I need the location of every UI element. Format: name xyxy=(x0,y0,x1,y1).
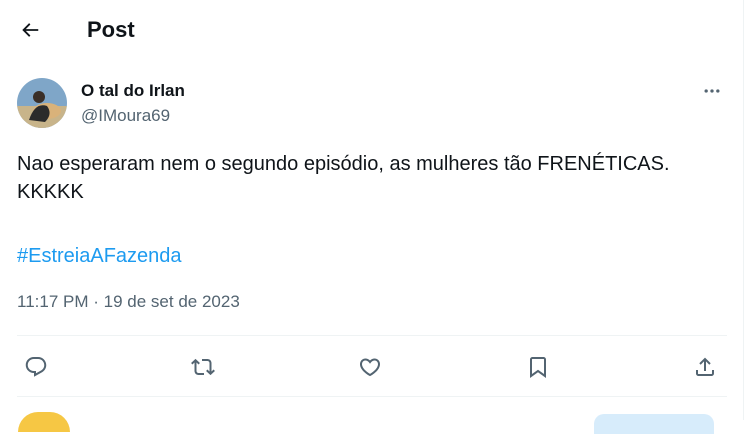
next-avatar-partial xyxy=(18,412,70,432)
author-handle[interactable]: @IMoura69 xyxy=(81,105,170,127)
avatar[interactable] xyxy=(17,78,67,128)
reply-button[interactable] xyxy=(18,349,54,385)
share-button[interactable] xyxy=(687,349,723,385)
divider-top xyxy=(17,335,727,336)
reply-icon xyxy=(25,357,47,377)
post-time[interactable]: 11:17 PM xyxy=(17,292,89,311)
page-title: Post xyxy=(87,17,135,42)
column-border xyxy=(743,0,744,420)
repost-button[interactable] xyxy=(185,349,221,385)
post-timestamp: 11:17 PM · 19 de set de 2023 xyxy=(17,290,240,314)
back-button[interactable] xyxy=(12,12,48,48)
like-icon xyxy=(359,358,381,377)
repost-icon xyxy=(191,358,215,376)
divider-bottom xyxy=(17,396,727,397)
bookmark-button[interactable] xyxy=(520,349,556,385)
meta-separator: · xyxy=(93,292,99,311)
hashtag-link[interactable]: #EstreiaAFazenda xyxy=(17,242,182,270)
top-bar: Post xyxy=(0,0,747,60)
author-display-name[interactable]: O tal do Irlan xyxy=(81,80,185,102)
post-text: Nao esperaram nem o segundo episódio, as… xyxy=(17,153,670,203)
post-date[interactable]: 19 de set de 2023 xyxy=(104,292,240,311)
more-horizontal-icon xyxy=(704,89,720,93)
share-icon xyxy=(696,357,714,376)
more-options-button[interactable] xyxy=(696,78,728,104)
reply-button-partial xyxy=(594,414,714,434)
arrow-left-icon xyxy=(22,23,39,37)
profile-photo xyxy=(17,78,67,128)
like-button[interactable] xyxy=(352,349,388,385)
bookmark-icon xyxy=(530,357,546,378)
